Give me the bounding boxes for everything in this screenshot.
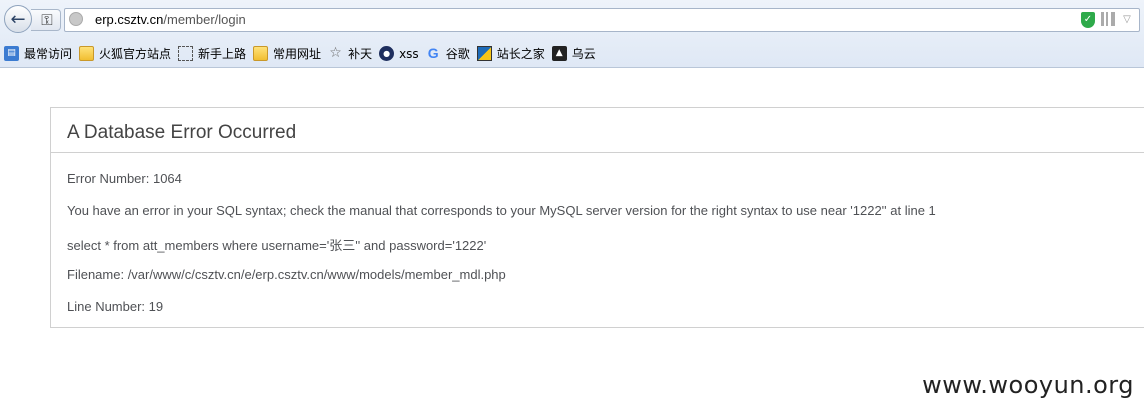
most-visited-icon: ▤ — [4, 46, 19, 61]
watermark: www.wooyun.org — [922, 371, 1134, 399]
error-line-number: Line Number: 19 — [67, 299, 164, 314]
bookmark-label: 火狐官方站点 — [99, 47, 172, 61]
navigation-bar: ← ⚿ erp.csztv.cn/member/login ✓ ▽ — [0, 0, 1144, 40]
qr-code-icon[interactable] — [1101, 12, 1115, 26]
bookmark-wooyun[interactable]: ▲ 乌云 — [551, 45, 596, 62]
bookmark-label: 新手上路 — [198, 47, 247, 61]
back-arrow-icon: ← — [10, 8, 26, 30]
url-path: /member/login — [163, 12, 246, 27]
bookmark-firefox-official[interactable]: 火狐官方站点 — [79, 45, 171, 62]
bookmark-label: 最常访问 — [24, 47, 73, 61]
bookmark-label: 谷歌 — [445, 47, 470, 61]
error-message: You have an error in your SQL syntax; ch… — [67, 203, 936, 218]
url-host: erp.csztv.cn — [95, 12, 164, 27]
globe-icon — [69, 12, 83, 26]
seal-icon: ● — [379, 46, 395, 61]
bookmarks-bar: ▤ 最常访问 火狐官方站点 新手上路 常用网址 ☆ 补天 ● xss G 谷歌 — [0, 40, 1144, 67]
wooyun-icon: ▲ — [551, 46, 567, 61]
bookmark-label: 乌云 — [571, 47, 596, 61]
chevron-down-icon[interactable]: ▽ — [1121, 13, 1133, 27]
zz-icon — [476, 46, 492, 61]
star-icon: ☆ — [329, 45, 342, 61]
dashed-page-icon — [178, 46, 194, 61]
database-error-panel: A Database Error Occurred Error Number: … — [50, 107, 1144, 328]
bookmark-label: 站长之家 — [496, 47, 545, 61]
browser-chrome: ← ⚿ erp.csztv.cn/member/login ✓ ▽ ▤ 最常访问… — [0, 0, 1144, 68]
url-text[interactable]: erp.csztv.cn/member/login — [95, 12, 246, 27]
error-number: Error Number: 1064 — [67, 171, 182, 186]
bookmark-label: 常用网址 — [273, 47, 322, 61]
google-icon: G — [427, 45, 439, 61]
bookmark-google[interactable]: G 谷歌 — [426, 45, 470, 62]
key-icon[interactable]: ⚿ — [38, 11, 56, 29]
bookmark-chinaz[interactable]: 站长之家 — [476, 45, 545, 62]
error-filename: Filename: /var/www/c/csztv.cn/e/erp.cszt… — [67, 267, 506, 282]
bookmark-label: xss — [399, 46, 419, 61]
bookmark-label: 补天 — [348, 47, 373, 61]
bookmark-most-visited[interactable]: ▤ 最常访问 — [4, 45, 72, 62]
bookmark-common-sites[interactable]: 常用网址 — [253, 45, 321, 62]
folder-icon — [79, 46, 95, 61]
address-bar[interactable]: erp.csztv.cn/member/login ✓ ▽ — [64, 8, 1140, 32]
shield-icon[interactable]: ✓ — [1081, 12, 1095, 28]
bookmark-butian[interactable]: ☆ 补天 — [328, 45, 372, 62]
back-button[interactable]: ← — [4, 5, 32, 33]
folder-icon — [253, 46, 269, 61]
bookmark-getting-started[interactable]: 新手上路 — [178, 45, 246, 62]
error-heading: A Database Error Occurred — [67, 122, 297, 143]
divider — [51, 152, 1144, 153]
error-query: select * from att_members where username… — [67, 238, 487, 253]
bookmark-xss[interactable]: ● xss — [379, 46, 419, 61]
